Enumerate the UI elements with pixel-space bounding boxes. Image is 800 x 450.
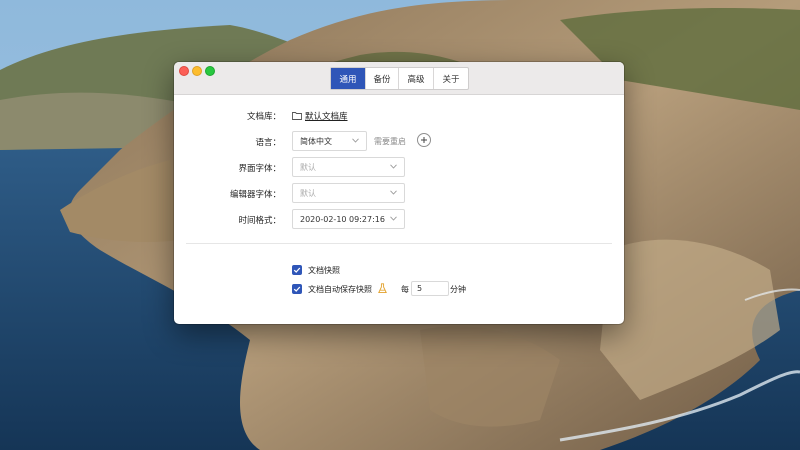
snapshot-label: 文档快照 — [308, 266, 340, 275]
flask-icon[interactable] — [378, 283, 387, 294]
ui-font-placeholder: 默认 — [300, 162, 316, 172]
chevron-down-icon — [390, 190, 397, 195]
folder-icon — [292, 112, 302, 120]
language-select[interactable]: 简体中文 — [292, 131, 367, 151]
library-link[interactable]: 默认文档库 — [305, 110, 348, 122]
tab-about[interactable]: 关于 — [434, 68, 468, 89]
autosave-interval-input[interactable]: 5 — [411, 281, 449, 296]
editor-font-placeholder: 默认 — [300, 188, 316, 198]
plus-icon — [421, 137, 427, 143]
language-value: 简体中文 — [300, 136, 332, 146]
add-language-button[interactable] — [417, 133, 431, 147]
preferences-window: 通用 备份 高级 关于 文档库： 默认文档库 语言： 简体中文 需要重启 界面字… — [174, 62, 624, 324]
time-format-value: 2020-02-10 09:27:16 — [300, 214, 385, 224]
editor-font-select[interactable]: 默认 — [292, 183, 405, 203]
autosave-snapshot-label: 文档自动保存快照 — [308, 285, 372, 294]
autosave-snapshot-checkbox[interactable] — [292, 284, 302, 294]
language-label: 语言： — [255, 138, 281, 148]
every-label: 每 — [401, 285, 409, 294]
section-divider — [186, 243, 612, 244]
editor-font-label: 编辑器字体： — [229, 190, 281, 200]
chevron-down-icon — [390, 216, 397, 221]
chevron-down-icon — [352, 138, 359, 143]
maximize-window-button[interactable] — [205, 66, 215, 76]
tab-general[interactable]: 通用 — [331, 68, 366, 89]
library-label: 文档库： — [246, 112, 281, 122]
titlebar: 通用 备份 高级 关于 — [174, 62, 624, 95]
tab-backup[interactable]: 备份 — [366, 68, 399, 89]
time-format-label: 时间格式： — [238, 216, 281, 226]
ui-font-select[interactable]: 默认 — [292, 157, 405, 177]
tab-advanced[interactable]: 高级 — [399, 68, 434, 89]
minimize-window-button[interactable] — [192, 66, 202, 76]
close-window-button[interactable] — [179, 66, 189, 76]
checkmark-icon — [293, 286, 301, 292]
checkmark-icon — [293, 267, 301, 273]
time-format-select[interactable]: 2020-02-10 09:27:16 — [292, 209, 405, 229]
snapshot-checkbox[interactable] — [292, 265, 302, 275]
restart-hint: 需要重启 — [374, 137, 406, 146]
chevron-down-icon — [390, 164, 397, 169]
ui-font-label: 界面字体： — [238, 164, 281, 174]
minutes-label: 分钟 — [450, 285, 466, 294]
preferences-tabs: 通用 备份 高级 关于 — [330, 67, 469, 90]
